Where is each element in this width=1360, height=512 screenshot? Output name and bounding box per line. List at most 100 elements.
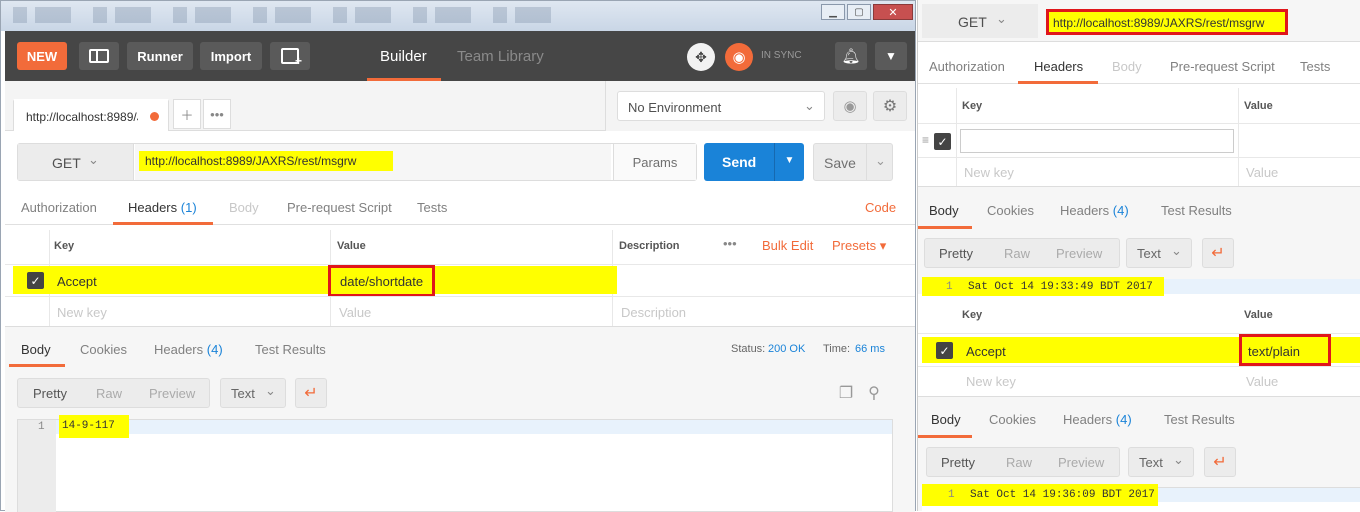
tab-prerequest-script[interactable]: Pre-request Script <box>287 200 392 215</box>
add-tab-button[interactable]: ＋ <box>173 99 201 129</box>
right-resp2-text[interactable]: Sat Oct 14 19:36:09 BDT 2017 <box>970 489 1155 501</box>
method-label: GET <box>52 155 81 171</box>
right-tab-authorization[interactable]: Authorization <box>929 59 1005 74</box>
gear-icon[interactable]: ⚙ <box>873 91 907 121</box>
params-button[interactable]: Params <box>613 144 696 180</box>
new-window-button[interactable]: + <box>270 42 310 70</box>
right-resp2-tab-test-results[interactable]: Test Results <box>1164 412 1235 427</box>
table-row-divider <box>5 296 915 297</box>
save-label: Save <box>824 155 856 171</box>
right-resp1-tab-cookies[interactable]: Cookies <box>987 203 1034 218</box>
right-resp1-tab-headers[interactable]: Headers (4) <box>1060 203 1129 218</box>
right-headers2-checkbox[interactable]: ✓ <box>936 342 953 359</box>
header-row-value-box[interactable]: date/shortdate <box>328 265 435 297</box>
send-chevron-icon[interactable]: ▼ <box>774 143 804 181</box>
runner-button[interactable]: Runner <box>127 42 193 70</box>
right-headers2-row-key[interactable]: Accept <box>966 344 1006 359</box>
right-resp2-format-select[interactable]: Text ⌄ <box>1128 447 1194 477</box>
right-method-select[interactable]: GET ⌄ <box>922 4 1038 38</box>
bulk-edit-link[interactable]: Bulk Edit <box>762 238 813 253</box>
resp-tab-body[interactable]: Body <box>21 342 51 357</box>
sidebar-toggle-button[interactable] <box>79 42 119 70</box>
close-window-button[interactable]: ✕ <box>873 4 913 20</box>
save-button[interactable]: Save ⌄ <box>813 143 893 181</box>
right-resp1-view-pretty[interactable]: Pretty <box>939 246 973 261</box>
tab-more-button[interactable]: ••• <box>203 99 231 129</box>
sync-icon[interactable]: ◉ <box>725 43 753 71</box>
right-headers2-new-key[interactable]: New key <box>966 374 1016 389</box>
right-resp1-format-label: Text <box>1137 246 1161 261</box>
right-resp2-format-chevron-icon: ⌄ <box>1173 452 1184 467</box>
resp-tab-test-results[interactable]: Test Results <box>255 342 326 357</box>
right-resp1-view-preview[interactable]: Preview <box>1056 246 1102 261</box>
right-key-input[interactable] <box>960 129 1234 153</box>
right-resp2-view-raw[interactable]: Raw <box>1006 455 1032 470</box>
right-url-box[interactable]: http://localhost:8989/JAXRS/rest/msgrw <box>1046 9 1288 35</box>
copy-icon[interactable]: ❐ <box>835 382 857 404</box>
right-new-key-placeholder[interactable]: New key <box>964 165 1014 180</box>
tab-body[interactable]: Body <box>229 200 259 215</box>
response-tabs: Body Cookies Headers (4) Test Results St… <box>5 327 915 367</box>
wrap-lines-icon[interactable]: ↵ <box>295 378 327 408</box>
view-pretty[interactable]: Pretty <box>33 386 67 401</box>
settings-chevron-button[interactable]: ▼ <box>875 42 907 70</box>
header-row-key[interactable]: Accept <box>57 274 97 289</box>
new-key-placeholder[interactable]: New key <box>57 305 107 320</box>
right-resp1-tab-test-results[interactable]: Test Results <box>1161 203 1232 218</box>
code-link[interactable]: Code <box>865 200 896 215</box>
format-select[interactable]: Text ⌄ <box>220 378 286 408</box>
right-tab-headers[interactable]: Headers <box>1034 59 1083 74</box>
right-headers2-new-value[interactable]: Value <box>1246 374 1278 389</box>
environment-select[interactable]: No Environment ⌄ <box>617 91 825 121</box>
resp-tab-headers[interactable]: Headers (4) <box>154 342 223 357</box>
url-input[interactable]: http://localhost:8989/JAXRS/rest/msgrw <box>135 144 611 180</box>
right-row-checkbox[interactable]: ✓ <box>934 133 951 150</box>
maximize-button[interactable]: ▢ <box>847 4 871 20</box>
right-resp1-tab-body[interactable]: Body <box>929 203 959 218</box>
presets-dropdown[interactable]: Presets ▾ <box>832 238 886 254</box>
tab-headers[interactable]: Headers (1) <box>128 200 197 215</box>
drag-handle-icon[interactable]: ≡ <box>922 133 929 147</box>
send-button[interactable]: Send ▼ <box>704 143 804 181</box>
right-resp2-tab-headers[interactable]: Headers (4) <box>1063 412 1132 427</box>
right-headers2-value-box[interactable]: text/plain <box>1239 334 1331 366</box>
save-chevron-icon[interactable]: ⌄ <box>866 144 894 180</box>
right-resp2-wrap-icon[interactable]: ↵ <box>1204 447 1236 477</box>
sidebar-icon <box>89 49 109 63</box>
request-tab[interactable]: http://localhost:8989/J <box>13 99 169 131</box>
right-resp2-tab-cookies[interactable]: Cookies <box>989 412 1036 427</box>
minimize-button[interactable]: ▁ <box>821 4 845 20</box>
right-tab-prerequest[interactable]: Pre-request Script <box>1170 59 1275 74</box>
right-resp1-format-select[interactable]: Text ⌄ <box>1126 238 1192 268</box>
tab-builder[interactable]: Builder <box>380 48 427 65</box>
response-text[interactable]: 14-9-117 <box>59 415 129 438</box>
method-select[interactable]: GET ⌄ <box>18 144 134 180</box>
new-button[interactable]: NEW <box>17 42 67 70</box>
right-resp2-view-preview[interactable]: Preview <box>1058 455 1104 470</box>
right-new-value-placeholder[interactable]: Value <box>1246 165 1278 180</box>
tab-tests[interactable]: Tests <box>417 200 447 215</box>
right-tab-tests[interactable]: Tests <box>1300 59 1330 74</box>
resp-tab-cookies[interactable]: Cookies <box>80 342 127 357</box>
right-resp2-view-pretty[interactable]: Pretty <box>941 455 975 470</box>
search-icon[interactable]: ⚲ <box>863 382 885 404</box>
right-resp1-view-raw[interactable]: Raw <box>1004 246 1030 261</box>
notifications-bell-icon[interactable]: 🔔︎ <box>835 42 867 70</box>
view-preview[interactable]: Preview <box>149 386 195 401</box>
new-description-placeholder[interactable]: Description <box>621 305 686 320</box>
header-row-checkbox[interactable]: ✓ <box>27 272 44 289</box>
right-resp1-wrap-icon[interactable]: ↵ <box>1202 238 1234 268</box>
interceptor-icon[interactable]: ✥ <box>687 43 715 71</box>
right-tab-body[interactable]: Body <box>1112 59 1142 74</box>
more-options-icon[interactable]: ••• <box>723 236 737 251</box>
view-raw[interactable]: Raw <box>96 386 122 401</box>
right-resp1-text[interactable]: Sat Oct 14 19:33:49 BDT 2017 <box>968 281 1153 293</box>
right-resp2-tab-body[interactable]: Body <box>931 412 961 427</box>
new-value-placeholder[interactable]: Value <box>339 305 371 320</box>
tab-team-library[interactable]: Team Library <box>457 48 544 65</box>
eye-icon[interactable]: ◉ <box>833 91 867 121</box>
tab-authorization[interactable]: Authorization <box>21 200 97 215</box>
right-resp2-body-underline <box>918 435 972 438</box>
import-button[interactable]: Import <box>200 42 262 70</box>
right-resp1-body-underline <box>918 226 972 229</box>
